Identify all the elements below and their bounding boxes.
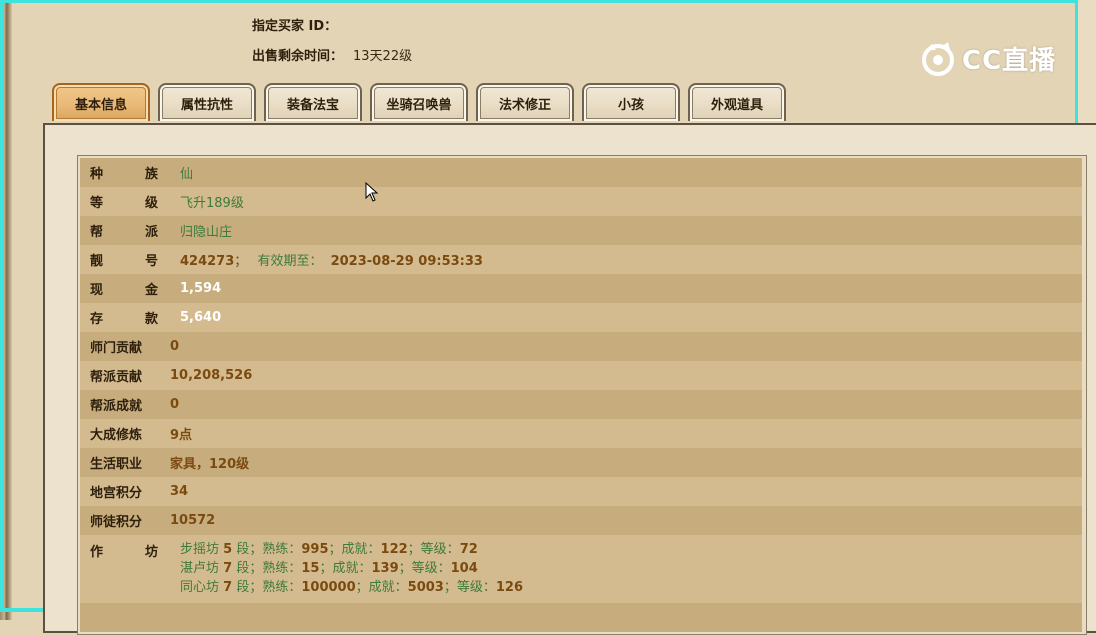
- remaining-time-row: 出售剩余时间： 13天22级: [252, 45, 412, 64]
- row-label: 现金: [90, 283, 158, 298]
- table-row-deposit: 存款 5,640: [80, 303, 1082, 332]
- lucky-number-value: 424273； 有效期至： 2023-08-29 09:53:33: [180, 254, 483, 269]
- tab-appearance-items[interactable]: 外观道具: [688, 83, 786, 121]
- row-label: 生活职业: [90, 457, 143, 472]
- table-row-guild: 帮派 归隐山庄: [80, 216, 1082, 245]
- table-row-mentor-points: 师徒积分 10572: [80, 506, 1082, 535]
- row-label: 作坊: [90, 545, 158, 560]
- level-value: 飞升189级: [180, 196, 244, 211]
- table-row-palace-points: 地宫积分 34: [80, 477, 1082, 506]
- buyer-id-row: 指定买家 ID：: [252, 15, 347, 34]
- cultivation-value: 9点: [170, 428, 193, 443]
- tab-equipment[interactable]: 装备法宝: [264, 83, 362, 121]
- row-label: 种族: [90, 167, 158, 182]
- buyer-id-label: 指定买家 ID：: [252, 19, 338, 34]
- row-label: 师门贡献: [90, 341, 143, 356]
- list-item: 湛卢坊 7 段；熟练：15；成就：139；等级：104: [180, 561, 478, 576]
- remaining-time-value: 13天22级: [353, 49, 413, 64]
- tab-spell-correction[interactable]: 法术修正: [476, 83, 574, 121]
- deposit-value: 5,640: [180, 310, 222, 325]
- guild-value: 归隐山庄: [180, 225, 233, 240]
- workshop-list: 步摇坊 5 段；熟练：995；成就：122；等级：72 湛卢坊 7 段；熟练：1…: [180, 541, 523, 596]
- row-label: 帮派贡献: [90, 370, 143, 385]
- table-row-cash: 现金 1,594: [80, 274, 1082, 303]
- list-item: 步摇坊 5 段；熟练：995；成就：122；等级：72: [180, 542, 478, 557]
- table-row-life-job: 生活职业 家具，120级: [80, 448, 1082, 477]
- life-job-value: 家具，120级: [170, 457, 250, 472]
- race-value: 仙: [180, 167, 194, 182]
- table-row-lucky-number: 靓号 424273； 有效期至： 2023-08-29 09:53:33: [80, 245, 1082, 274]
- palace-points-value: 34: [170, 484, 189, 499]
- tab-children[interactable]: 小孩: [582, 83, 680, 121]
- mentor-points-value: 10572: [170, 513, 216, 528]
- mouse-cursor-icon: [365, 182, 379, 202]
- row-label: 帮派成就: [90, 399, 143, 414]
- row-label: 帮派: [90, 225, 158, 240]
- table-row-cultivation: 大成修炼 9点: [80, 419, 1082, 448]
- cc-logo-icon: [922, 42, 954, 76]
- row-label: 存款: [90, 312, 158, 327]
- remaining-time-label: 出售剩余时间：: [252, 49, 344, 64]
- logo-text: CC直播: [962, 45, 1057, 76]
- content-panel: 种族 仙 等级 飞升189级 帮派 归隐山庄 靓号 424273； 有效期至： …: [43, 123, 1096, 635]
- basic-info-table: 种族 仙 等级 飞升189级 帮派 归隐山庄 靓号 424273； 有效期至： …: [80, 158, 1082, 632]
- window-left-border: [0, 0, 12, 620]
- table-row-level: 等级 飞升189级: [80, 187, 1082, 216]
- row-label: 等级: [90, 196, 158, 211]
- row-label: 大成修炼: [90, 428, 143, 443]
- table-row-workshop: 作坊 步摇坊 5 段；熟练：995；成就：122；等级：72 湛卢坊 7 段；熟…: [80, 535, 1082, 603]
- sect-contribution-value: 0: [170, 339, 180, 354]
- tab-attributes[interactable]: 属性抗性: [158, 83, 256, 121]
- guild-contribution-value: 10,208,526: [170, 368, 253, 383]
- table-row-sect-contribution: 师门贡献 0: [80, 332, 1082, 361]
- cc-live-logo: CC直播: [918, 38, 1060, 78]
- tab-mounts-summons[interactable]: 坐骑召唤兽: [370, 83, 468, 121]
- table-row-guild-contribution: 帮派贡献 10,208,526: [80, 361, 1082, 390]
- table-row-race: 种族 仙: [80, 158, 1082, 187]
- tab-basic-info[interactable]: 基本信息: [52, 83, 150, 121]
- row-label: 地宫积分: [90, 486, 143, 501]
- table-row-guild-achievement: 帮派成就 0: [80, 390, 1082, 419]
- row-label: 靓号: [90, 254, 158, 269]
- row-label: 师徒积分: [90, 515, 143, 530]
- table-row-partial: [80, 603, 1082, 632]
- list-item: 同心坊 7 段；熟练：100000；成就：5003；等级：126: [180, 580, 524, 595]
- info-table-frame: 种族 仙 等级 飞升189级 帮派 归隐山庄 靓号 424273； 有效期至： …: [77, 155, 1087, 635]
- guild-achievement-value: 0: [170, 397, 180, 412]
- cash-value: 1,594: [180, 281, 222, 296]
